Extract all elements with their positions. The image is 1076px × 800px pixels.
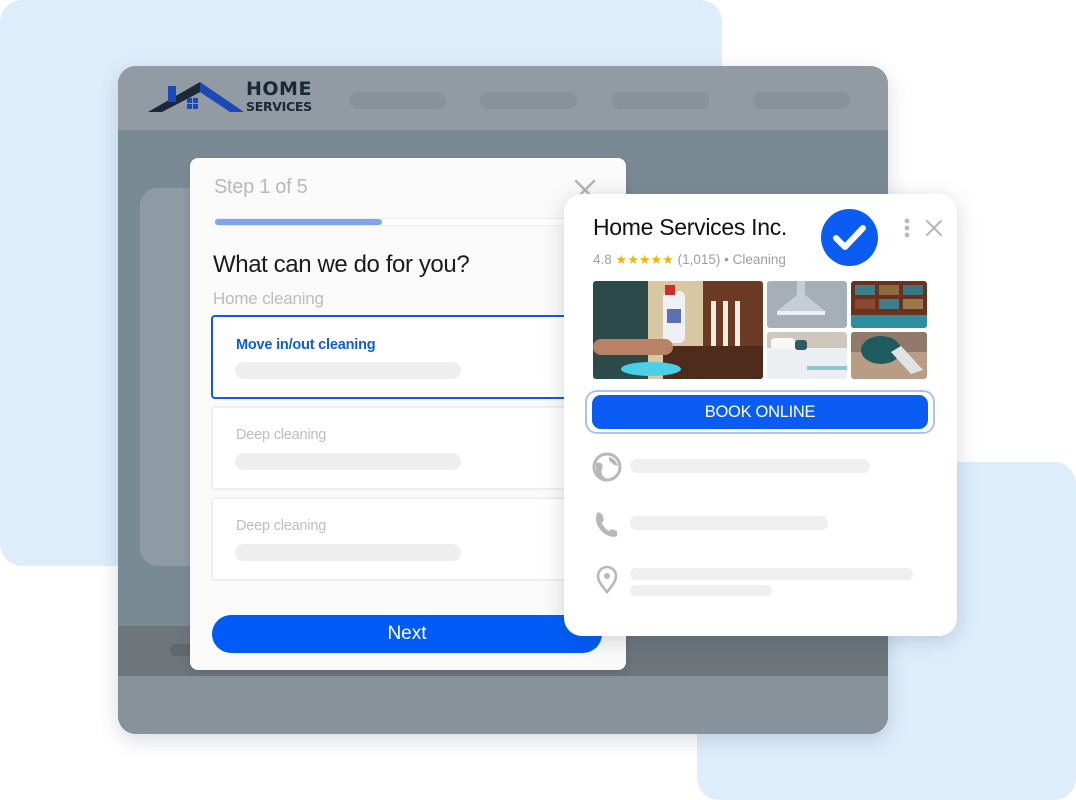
rating-value: 4.8	[593, 252, 612, 267]
star-rating-icon: ★★★★★	[615, 252, 674, 267]
globe-icon	[592, 452, 622, 482]
logo-line-2: SERVICES	[246, 99, 312, 114]
service-option-label: Move in/out cleaning	[236, 337, 376, 353]
page-footer	[118, 676, 888, 734]
phone-number-placeholder[interactable]	[630, 516, 828, 530]
next-button[interactable]: Next	[212, 615, 602, 653]
progress-bar-fill	[215, 219, 382, 225]
service-option[interactable]: Deep cleaning	[211, 406, 591, 490]
step-indicator: Step 1 of 5	[214, 176, 308, 198]
carpet-scrubbing-photo[interactable]	[851, 332, 927, 379]
service-option-label: Deep cleaning	[236, 427, 327, 443]
business-category: Cleaning	[732, 252, 786, 267]
person-spraying-cleaner-photo[interactable]	[593, 281, 763, 379]
close-icon[interactable]	[924, 218, 944, 238]
verified-check-icon	[821, 209, 878, 266]
more-options-icon[interactable]	[903, 218, 911, 238]
option-description-placeholder	[235, 453, 461, 470]
nav-item-placeholder[interactable]	[480, 92, 577, 109]
address-line-placeholder[interactable]	[630, 585, 772, 596]
home-services-logo[interactable]: HOME SERVICES	[148, 78, 318, 118]
business-name: Home Services Inc.	[593, 214, 787, 240]
business-rating-row: 4.8 ★★★★★ (1,015) • Cleaning	[593, 252, 786, 268]
location-pin-icon	[592, 564, 622, 595]
service-option[interactable]: Move in/out cleaning	[211, 315, 591, 399]
progress-bar	[214, 218, 604, 226]
website-placeholder[interactable]	[630, 459, 870, 473]
business-profile-card: Home Services Inc. 4.8 ★★★★★ (1,015) • C…	[564, 194, 957, 636]
booking-wizard-modal: Step 1 of 5 What can we do for you? Home…	[190, 158, 626, 670]
house-roof-icon	[148, 82, 244, 112]
option-description-placeholder	[235, 362, 461, 379]
site-header: HOME SERVICES	[118, 66, 888, 130]
phone-icon	[592, 509, 622, 539]
carpet-cleaner-nozzle-photo[interactable]	[767, 281, 847, 328]
logo-line-1: HOME	[246, 78, 312, 100]
nav-item-placeholder[interactable]	[349, 92, 446, 109]
review-count[interactable]: (1,015)	[678, 252, 721, 267]
service-option-label: Deep cleaning	[236, 518, 327, 534]
address-line-placeholder[interactable]	[630, 568, 913, 580]
separator-dot: •	[724, 252, 729, 267]
service-option[interactable]: Deep cleaning	[211, 497, 591, 581]
option-description-placeholder	[235, 544, 461, 561]
bed-linens-photo[interactable]	[767, 332, 847, 379]
nav-item-placeholder[interactable]	[612, 92, 709, 109]
wizard-question: What can we do for you?	[213, 251, 470, 278]
nav-item-placeholder[interactable]	[753, 92, 850, 109]
bookshelf-room-photo[interactable]	[851, 281, 927, 328]
service-category: Home cleaning	[213, 289, 324, 308]
book-online-button[interactable]: BOOK ONLINE	[592, 395, 928, 429]
logo-wordmark: HOME SERVICES	[246, 80, 312, 114]
